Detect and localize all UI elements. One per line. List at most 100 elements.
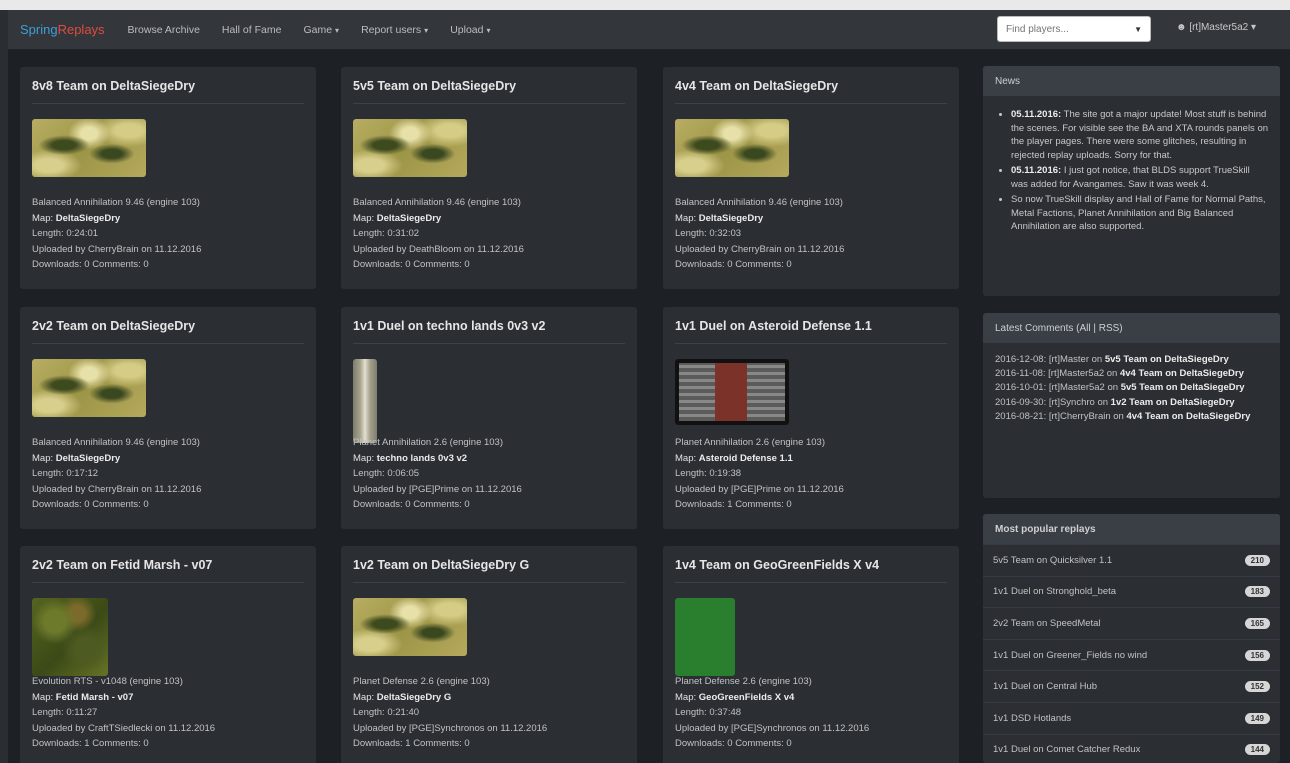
downloads-line: Downloads: 0 Comments: 0 [353,499,470,510]
map-name[interactable]: DeltaSiegeDry [377,213,441,224]
uploader-line: Uploaded by CherryBrain on 11.12.2016 [32,243,202,255]
map-name[interactable]: DeltaSiegeDry [56,213,120,224]
player-search[interactable]: ▼ [997,16,1151,42]
comment-item[interactable]: 2016-12-08: [rt]Master on 5v5 Team on De… [995,353,1268,367]
navbar: SpringReplays Browse Archive Hall of Fam… [8,10,1290,50]
replay-title[interactable]: 4v4 Team on DeltaSiegeDry [675,79,947,93]
replay-card[interactable]: 1v2 Team on DeltaSiegeDry G Planet Defens… [341,546,637,763]
comment-meta: 2016-12-08: [rt]Master on [995,354,1103,365]
replay-info: Balanced Annihilation 9.46 (engine 103) M… [353,195,524,273]
nav-browse-archive[interactable]: Browse Archive [117,24,211,36]
chevron-down-icon[interactable]: ▼ [1134,25,1142,34]
user-menu[interactable]: ☻ [rt]Master5a2 ▾ [1176,22,1256,33]
popular-replay-item[interactable]: 1v1 Duel on Greener_Fields no wind 156 [983,638,1280,671]
replay-card[interactable]: 2v2 Team on Fetid Marsh - v07 Evolution R… [20,546,316,763]
replay-card[interactable]: 1v1 Duel on Asteroid Defense 1.1 Planet A… [663,307,959,529]
popular-replay-item[interactable]: 1v1 Duel on Central Hub 152 [983,670,1280,702]
map-line: Map: GeoGreenFields X v4 [675,690,869,706]
map-thumbnail[interactable] [353,359,377,443]
nav-game-dropdown[interactable]: Game ▾ [292,24,350,36]
map-thumbnail[interactable] [32,359,146,417]
replay-card[interactable]: 5v5 Team on DeltaSiegeDry Balanced Annihi… [341,67,637,289]
replay-card[interactable]: 2v2 Team on DeltaSiegeDry Balanced Annihi… [20,307,316,529]
comment-item[interactable]: 2016-09-30: [rt]Synchro on 1v2 Team on D… [995,396,1268,410]
map-thumbnail[interactable] [32,119,146,177]
replay-info: Planet Defense 2.6 (engine 103) Map: Delt… [353,674,547,752]
user-icon: ☻ [1176,22,1187,33]
view-count-badge: 149 [1244,712,1270,724]
map-thumbnail[interactable] [353,598,467,656]
divider [32,343,304,344]
map-thumbnail[interactable] [675,359,789,425]
comment-item[interactable]: 2016-10-01: [rt]Master5a2 on 5v5 Team on… [995,381,1268,395]
map-name[interactable]: GeoGreenFields X v4 [699,692,795,703]
divider [353,343,625,344]
news-item: So now TrueSkill display and Hall of Fam… [1011,193,1268,234]
chevron-down-icon: ▾ [424,25,429,35]
length-value: 0:11:27 [66,707,98,718]
popular-replay-item[interactable]: 1v1 Duel on Comet Catcher Redux 144 [983,733,1280,763]
map-line: Map: DeltaSiegeDry [32,211,201,227]
popular-replay-item[interactable]: 5v5 Team on Quicksilver 1.1 210 [983,544,1280,576]
comment-meta: 2016-10-01: [rt]Master5a2 on [995,382,1119,394]
replay-info: Balanced Annihilation 9.46 (engine 103) M… [32,435,201,513]
nav-upload-dropdown[interactable]: Upload ▾ [439,24,501,36]
map-thumbnail[interactable] [353,119,467,177]
length-line: Length: 0:06:05 [353,466,522,482]
map-thumbnail[interactable] [675,119,789,177]
replay-title[interactable]: 1v1 Duel on techno lands 0v3 v2 [353,319,625,333]
replay-card[interactable]: 8v8 Team on DeltaSiegeDry Balanced Annihi… [20,67,316,289]
downloads-line: Downloads: 1 Comments: 0 [353,738,470,749]
map-name[interactable]: Asteroid Defense 1.1 [699,453,793,464]
comment-item[interactable]: 2016-08-21: [rt]CherryBrain on 4v4 Team … [995,410,1268,424]
comment-target-link[interactable]: 1v2 Team on DeltaSiegeDry [1111,397,1235,408]
map-thumbnail[interactable] [32,598,108,676]
replay-card[interactable]: 1v4 Team on GeoGreenFields X v4 Planet De… [663,546,959,763]
replay-title[interactable]: 2v2 Team on Fetid Marsh - v07 [32,558,304,572]
comment-target-link[interactable]: 4v4 Team on DeltaSiegeDry [1126,411,1250,422]
length-label: Length: [353,228,385,239]
nav-report-users-dropdown[interactable]: Report users ▾ [350,24,439,36]
replay-title[interactable]: 1v1 Duel on Asteroid Defense 1.1 [675,319,947,333]
replay-info: Planet Annihilation 2.6 (engine 103) Map:… [353,435,522,513]
popular-replay-item[interactable]: 1v1 DSD Hotlands 149 [983,701,1280,734]
replay-card[interactable]: 1v1 Duel on techno lands 0v3 v2 Planet An… [341,307,637,529]
uploader-line: Uploaded by [PGE]Synchronos on 11.12.201… [353,722,548,734]
length-label: Length: [32,707,64,718]
map-thumbnail[interactable] [675,598,735,676]
news-panel: News 05.11.2016: The site got a major up… [983,66,1280,296]
comment-meta: 2016-08-21: [rt]CherryBrain on [995,410,1124,422]
length-value: 0:24:01 [66,228,99,239]
replay-card[interactable]: 4v4 Team on DeltaSiegeDry Balanced Annihi… [663,67,959,289]
divider [32,582,304,583]
comment-item[interactable]: 2016-11-08: [rt]Master5a2 on 4v4 Team on… [995,367,1268,381]
downloads-line: Downloads: 0 Comments: 0 [32,259,149,270]
comments-list: 2016-12-08: [rt]Master on 5v5 Team on De… [983,343,1280,434]
replay-title[interactable]: 2v2 Team on DeltaSiegeDry [32,319,304,333]
replay-title[interactable]: 5v5 Team on DeltaSiegeDry [353,79,625,93]
popular-replay-item[interactable]: 2v2 Team on SpeedMetal 165 [983,607,1280,639]
map-name[interactable]: DeltaSiegeDry [56,453,120,464]
map-label: Map: [675,452,697,464]
popular-replays-list: 5v5 Team on Quicksilver 1.1 210 1v1 Duel o… [983,544,1280,763]
map-line: Map: Fetid Marsh - v07 [32,690,215,706]
map-name[interactable]: techno lands 0v3 v2 [377,453,467,464]
nav-hall-of-fame[interactable]: Hall of Fame [211,24,293,36]
replay-title[interactable]: 8v8 Team on DeltaSiegeDry [32,79,304,93]
popular-replay-item[interactable]: 1v1 Duel on Stronghold_beta 183 [983,575,1280,608]
map-name[interactable]: DeltaSiegeDry G [377,692,451,703]
latest-comments-title[interactable]: Latest Comments (All | RSS) [983,313,1280,343]
replay-title[interactable]: 1v4 Team on GeoGreenFields X v4 [675,558,947,572]
comment-target-link[interactable]: 5v5 Team on DeltaSiegeDry [1105,354,1229,365]
map-name[interactable]: DeltaSiegeDry [699,213,763,224]
map-name[interactable]: Fetid Marsh - v07 [56,692,134,703]
downloads-line: Downloads: 0 Comments: 0 [32,499,149,510]
length-label: Length: [353,468,385,479]
downloads-line: Downloads: 0 Comments: 0 [675,259,792,270]
player-search-input[interactable] [1006,23,1116,35]
length-label: Length: [32,468,64,479]
brand-logo[interactable]: SpringReplays [8,22,117,37]
comment-target-link[interactable]: 5v5 Team on DeltaSiegeDry [1121,382,1245,393]
comment-target-link[interactable]: 4v4 Team on DeltaSiegeDry [1120,368,1244,379]
replay-title[interactable]: 1v2 Team on DeltaSiegeDry G [353,558,625,572]
